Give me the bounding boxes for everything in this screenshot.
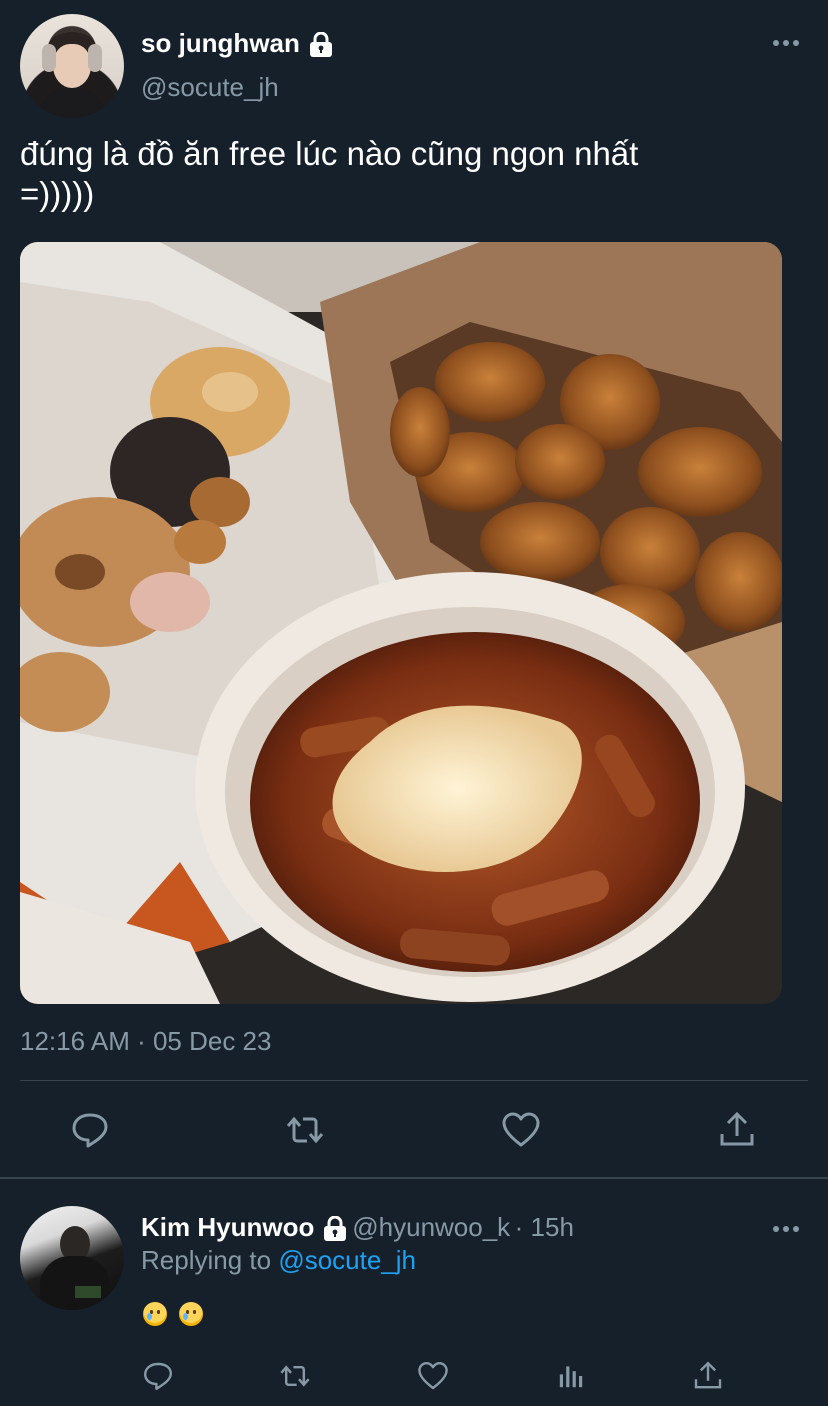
retweet-icon <box>280 1365 310 1387</box>
tweet-text-line-2: =))))) <box>20 175 95 212</box>
author-name[interactable]: so junghwan <box>141 28 300 58</box>
food-photo <box>20 242 782 1004</box>
section-divider <box>0 1177 828 1179</box>
author-avatar[interactable] <box>20 14 124 118</box>
replying-mention-link[interactable]: @socute_jh <box>278 1245 416 1275</box>
reply-retweet-button[interactable] <box>279 1360 311 1392</box>
crying-face-emoji <box>143 1302 167 1326</box>
share-icon <box>720 1111 754 1146</box>
reply-time: · 15h <box>514 1212 574 1242</box>
like-icon <box>502 1112 540 1147</box>
reply-author-handle[interactable]: @hyunwoo_k <box>352 1212 510 1242</box>
more-options-button[interactable] <box>772 34 800 52</box>
divider <box>20 1080 808 1081</box>
lock-icon <box>308 31 334 63</box>
reply-like-button[interactable] <box>417 1360 449 1392</box>
author-name-row: so junghwan <box>141 28 334 63</box>
reply-reply-button[interactable] <box>142 1360 174 1392</box>
reply-analytics-button[interactable] <box>555 1360 587 1392</box>
analytics-icon <box>559 1366 583 1388</box>
author-handle[interactable]: @socute_jh <box>141 72 279 103</box>
reply-author-name[interactable]: Kim Hyunwoo <box>141 1212 314 1242</box>
replying-to: Replying to @socute_jh <box>141 1245 416 1276</box>
share-button[interactable] <box>717 1110 757 1150</box>
crying-face-emoji <box>179 1302 203 1326</box>
reply-author-avatar[interactable] <box>20 1206 124 1310</box>
reply-more-options-button[interactable] <box>772 1220 800 1238</box>
tweet-text: đúng là đồ ăn free lúc nào cũng ngon nhấ… <box>20 134 810 214</box>
reply-text <box>143 1302 215 1331</box>
tweet-timestamp[interactable]: 12:16 AM · 05 Dec 23 <box>20 1026 271 1057</box>
reply-header: Kim Hyunwoo @hyunwoo_k · 15h <box>141 1212 574 1247</box>
lock-icon <box>322 1215 348 1247</box>
more-dots-icon <box>773 1226 799 1232</box>
reply-button[interactable] <box>70 1110 110 1150</box>
like-icon <box>418 1362 448 1390</box>
replying-label: Replying to <box>141 1245 272 1275</box>
reply-icon <box>144 1362 172 1390</box>
reply-icon <box>72 1113 108 1148</box>
retweet-button[interactable] <box>285 1110 325 1150</box>
tweet-photo[interactable] <box>20 242 782 1004</box>
reply-share-button[interactable] <box>692 1360 724 1392</box>
retweet-icon <box>286 1116 324 1144</box>
like-button[interactable] <box>501 1110 541 1150</box>
share-icon <box>694 1361 722 1389</box>
more-dots-icon <box>773 40 799 46</box>
tweet-text-line-1: đúng là đồ ăn free lúc nào cũng ngon nhấ… <box>20 135 639 172</box>
